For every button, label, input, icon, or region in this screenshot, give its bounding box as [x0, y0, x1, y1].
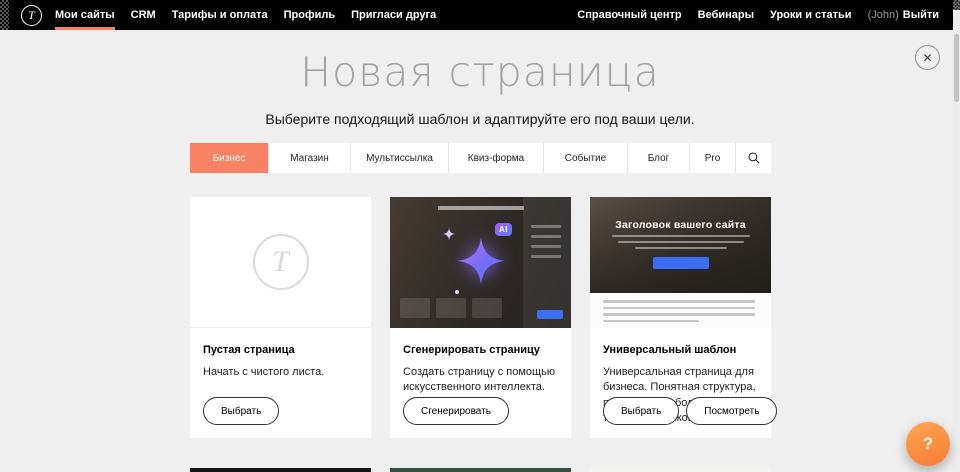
close-button[interactable]: ✕	[915, 45, 940, 70]
decor-line	[603, 313, 755, 316]
choose-button[interactable]: Выбрать	[603, 397, 679, 425]
tilda-logo-watermark-icon: T	[253, 234, 309, 290]
corner-pattern-right	[953, 0, 960, 10]
card-description: Создать страницу с помощью искусственног…	[403, 365, 558, 396]
decor-line	[603, 300, 755, 303]
decor-line	[531, 245, 561, 248]
card-buttons: Выбрать	[203, 397, 279, 425]
secondary-nav: Справочный центр Вебинары Уроки и статьи…	[577, 9, 953, 21]
nav-lessons-articles[interactable]: Уроки и статьи	[770, 9, 852, 21]
help-button[interactable]: ?	[906, 422, 950, 466]
card-title: Сгенерировать страницу	[403, 344, 558, 356]
tilda-logo-letter: T	[28, 8, 35, 23]
close-icon: ✕	[922, 52, 932, 64]
help-question-icon: ?	[923, 434, 933, 453]
tab-shop[interactable]: Магазин	[268, 143, 350, 173]
card-body: Сгенерировать страницу Создать страницу …	[390, 328, 571, 396]
decor-line	[531, 235, 561, 238]
card-buttons: Сгенерировать	[403, 397, 509, 425]
decor-thumbnail-cards	[400, 298, 502, 318]
thumb-hero-section: Заголовок вашего сайта	[590, 197, 771, 293]
generate-button[interactable]: Сгенерировать	[403, 397, 509, 425]
decor-line	[531, 225, 561, 228]
nav-my-sites[interactable]: Мои сайты	[55, 0, 115, 30]
template-card-universal[interactable]: Заголовок вашего сайта Универсальный шаб…	[590, 197, 771, 438]
corner-pattern-left	[0, 0, 9, 30]
sparkle-dot	[455, 290, 459, 294]
card-description: Начать с чистого листа.	[203, 365, 358, 380]
decor-line	[612, 235, 750, 237]
decor-site-title-bar	[438, 206, 524, 210]
template-cards-row-2	[190, 468, 771, 472]
thumb-text-section	[590, 293, 771, 328]
page-title: Новая страница	[0, 52, 960, 93]
card-buttons: Выбрать Посмотреть	[603, 397, 777, 425]
ai-sparkle-icon	[454, 233, 508, 287]
template-cards-row: T Пустая страница Начать с чистого листа…	[190, 197, 771, 438]
topbar: T Мои сайты CRM Тарифы и оплата Профиль …	[0, 0, 953, 30]
nav-profile[interactable]: Профиль	[284, 0, 335, 30]
template-category-tabs: Бизнес Магазин Мультиссылка Квиз-форма С…	[190, 143, 771, 173]
template-card-blank-page[interactable]: T Пустая страница Начать с чистого листа…	[190, 197, 371, 438]
nav-webinars[interactable]: Вебинары	[698, 9, 754, 21]
scrollbar-track[interactable]	[953, 0, 960, 472]
card-body: Пустая страница Начать с чистого листа.	[190, 328, 371, 380]
template-card-partial[interactable]	[590, 468, 771, 472]
tab-blog[interactable]: Блог	[627, 143, 689, 173]
decor-line	[603, 320, 699, 323]
decor-card	[472, 298, 502, 318]
tab-event[interactable]: Событие	[543, 143, 627, 173]
decor-line	[531, 255, 561, 258]
card-title: Универсальный шаблон	[603, 344, 758, 356]
tab-business[interactable]: Бизнес	[190, 143, 268, 173]
main-nav: Мои сайты CRM Тарифы и оплата Профиль Пр…	[55, 0, 436, 30]
template-card-generate-ai[interactable]: AI Сгенерировать страницу Создать страни…	[390, 197, 571, 438]
logout-link[interactable]: Выйти	[903, 9, 939, 21]
ai-badge: AI	[495, 223, 512, 236]
nav-help-center[interactable]: Справочный центр	[577, 9, 681, 21]
decor-line	[603, 307, 755, 310]
user-area: (John) Выйти	[868, 9, 939, 21]
template-card-partial[interactable]	[390, 468, 571, 472]
tab-pro[interactable]: Pro	[689, 143, 735, 173]
card-title: Пустая страница	[203, 344, 358, 356]
preview-button[interactable]: Посмотреть	[686, 397, 777, 425]
user-name: (John)	[868, 9, 899, 21]
choose-button[interactable]: Выбрать	[203, 397, 279, 425]
tilda-logo[interactable]: T	[21, 5, 42, 26]
nav-invite-friend[interactable]: Пригласи друга	[351, 0, 436, 30]
decor-line	[635, 247, 727, 249]
universal-template-thumbnail: Заголовок вашего сайта	[590, 197, 771, 328]
decor-blue-button	[537, 310, 563, 319]
decor-line	[618, 241, 744, 243]
thumb-hero-title: Заголовок вашего сайта	[590, 197, 771, 231]
search-tab[interactable]	[735, 143, 771, 173]
ai-generate-thumbnail: AI	[390, 197, 571, 328]
search-icon	[747, 151, 761, 165]
decor-side-panel	[523, 197, 571, 328]
tab-multilink[interactable]: Мультиссылка	[350, 143, 448, 173]
nav-crm[interactable]: CRM	[131, 0, 156, 30]
nav-plans-payment[interactable]: Тарифы и оплата	[172, 0, 268, 30]
template-card-partial[interactable]	[190, 468, 371, 472]
scrollbar-thumb[interactable]	[954, 34, 959, 102]
blank-page-thumbnail: T	[190, 197, 371, 328]
decor-blue-button	[653, 257, 709, 269]
small-sparkle-icon	[442, 227, 456, 241]
tilda-logo-letter: T	[272, 245, 289, 279]
tab-quiz-form[interactable]: Квиз-форма	[448, 143, 543, 173]
decor-card	[400, 298, 430, 318]
page-subtitle: Выберите подходящий шаблон и адаптируйте…	[0, 111, 960, 127]
decor-card	[436, 298, 466, 318]
